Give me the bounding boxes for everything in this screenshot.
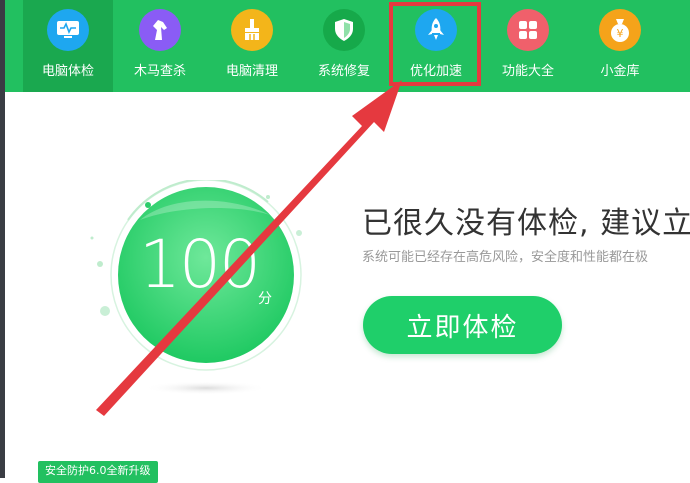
- rocket-icon: [415, 9, 457, 51]
- top-nav-bar: 电脑体检 木马查杀 电脑清理 系统修复 优化加速 功能大全 ¥ 小金库: [5, 0, 690, 92]
- nav-item-speed-up[interactable]: 优化加速: [391, 0, 481, 92]
- checkup-now-button[interactable]: 立即体检: [363, 296, 562, 354]
- grid-icon: [507, 9, 549, 51]
- nav-item-trojan-scan[interactable]: 木马查杀: [115, 0, 205, 92]
- nav-item-pc-checkup[interactable]: 电脑体检: [23, 0, 113, 92]
- nav-item-system-repair[interactable]: 系统修复: [299, 0, 389, 92]
- shield-icon: [323, 9, 365, 51]
- nav-label: 电脑清理: [225, 64, 278, 79]
- nav-label: 电脑体检: [41, 64, 94, 79]
- nav-item-small-vault[interactable]: ¥ 小金库: [575, 0, 665, 92]
- nav-label: 优化加速: [409, 64, 462, 79]
- nav-item-all-features[interactable]: 功能大全: [483, 0, 573, 92]
- horse-icon: [139, 9, 181, 51]
- upgrade-badge[interactable]: 安全防护6.0全新升级: [38, 461, 158, 483]
- svg-text:¥: ¥: [617, 27, 624, 40]
- score-value: 100: [139, 226, 261, 303]
- broom-icon: [231, 9, 273, 51]
- monitor-heartbeat-icon: [47, 9, 89, 51]
- nav-label: 小金库: [600, 64, 640, 79]
- nav-item-pc-cleanup[interactable]: 电脑清理: [207, 0, 297, 92]
- money-bag-icon: ¥: [599, 9, 641, 51]
- nav-item-software[interactable]: 软: [667, 0, 690, 92]
- nav-label: 木马查杀: [133, 64, 186, 79]
- risk-description: 系统可能已经存在高危风险，安全度和性能都在极: [362, 250, 649, 265]
- score-unit: 分: [258, 291, 272, 307]
- checkup-headline: 已很久没有体检, 建议立即: [362, 206, 690, 241]
- nav-label: 功能大全: [501, 64, 554, 79]
- nav-label: 系统修复: [317, 64, 370, 79]
